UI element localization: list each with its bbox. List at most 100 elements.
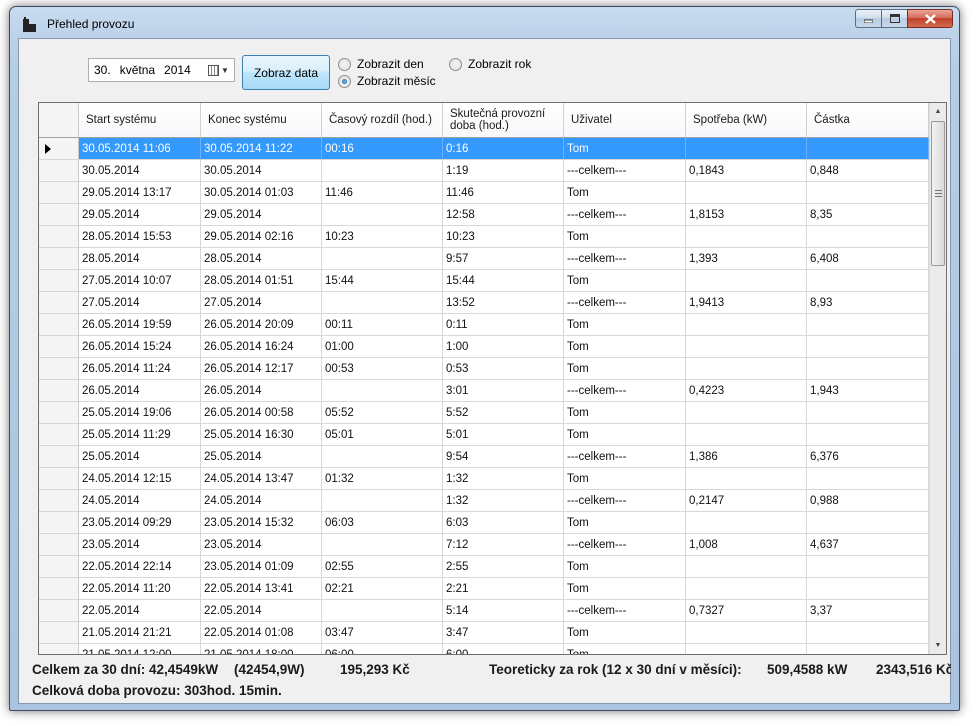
cell-actual-duration[interactable]: 2:21 <box>443 578 564 600</box>
cell-consumption[interactable] <box>686 622 807 644</box>
row-header[interactable] <box>39 512 79 534</box>
radio-show-year[interactable]: Zobrazit rok <box>449 57 531 71</box>
cell-start[interactable]: 21.05.2014 12:00 <box>79 644 201 654</box>
row-header[interactable] <box>39 578 79 600</box>
cell-user[interactable]: Tom <box>564 182 686 204</box>
cell-consumption[interactable] <box>686 358 807 380</box>
cell-amount[interactable]: 3,37 <box>807 600 929 622</box>
scroll-up-button[interactable]: ▲ <box>930 103 946 120</box>
cell-amount[interactable] <box>807 622 929 644</box>
table-row[interactable]: 24.05.2014 24.05.2014 1:32 ---celkem--- 0,21… <box>39 490 929 512</box>
cell-time-diff[interactable] <box>322 204 443 226</box>
row-header[interactable] <box>39 600 79 622</box>
cell-user[interactable]: ---celkem--- <box>564 446 686 468</box>
cell-actual-duration[interactable]: 0:16 <box>443 138 564 160</box>
cell-end[interactable]: 22.05.2014 <box>201 600 322 622</box>
cell-time-diff[interactable]: 06:00 <box>322 644 443 654</box>
table-row[interactable]: 30.05.2014 11:06 30.05.2014 11:22 00:16 0:1… <box>39 138 929 160</box>
cell-time-diff[interactable] <box>322 160 443 182</box>
cell-end[interactable]: 23.05.2014 <box>201 534 322 556</box>
cell-end[interactable]: 23.05.2014 01:09 <box>201 556 322 578</box>
cell-amount[interactable] <box>807 556 929 578</box>
cell-end[interactable]: 28.05.2014 01:51 <box>201 270 322 292</box>
cell-actual-duration[interactable]: 1:19 <box>443 160 564 182</box>
cell-end[interactable]: 29.05.2014 02:16 <box>201 226 322 248</box>
cell-consumption[interactable] <box>686 644 807 654</box>
cell-actual-duration[interactable]: 1:32 <box>443 468 564 490</box>
date-year[interactable]: 2014 <box>164 63 191 77</box>
cell-time-diff[interactable]: 00:53 <box>322 358 443 380</box>
table-row[interactable]: 27.05.2014 10:07 28.05.2014 01:51 15:44 15:… <box>39 270 929 292</box>
cell-consumption[interactable]: 0,7327 <box>686 600 807 622</box>
cell-actual-duration[interactable]: 0:11 <box>443 314 564 336</box>
cell-consumption[interactable]: 1,386 <box>686 446 807 468</box>
close-button[interactable] <box>907 9 953 28</box>
radio-show-month[interactable]: Zobrazit měsíc <box>338 74 436 88</box>
cell-start[interactable]: 28.05.2014 <box>79 248 201 270</box>
cell-time-diff[interactable]: 02:55 <box>322 556 443 578</box>
cell-user[interactable]: Tom <box>564 556 686 578</box>
cell-time-diff[interactable]: 03:47 <box>322 622 443 644</box>
cell-amount[interactable]: 4,637 <box>807 534 929 556</box>
cell-user[interactable]: Tom <box>564 512 686 534</box>
cell-start[interactable]: 29.05.2014 <box>79 204 201 226</box>
cell-start[interactable]: 26.05.2014 11:24 <box>79 358 201 380</box>
cell-end[interactable]: 26.05.2014 <box>201 380 322 402</box>
cell-end[interactable]: 27.05.2014 <box>201 292 322 314</box>
maximize-button[interactable] <box>881 9 907 28</box>
cell-time-diff[interactable]: 05:01 <box>322 424 443 446</box>
row-header[interactable] <box>39 622 79 644</box>
table-row[interactable]: 25.05.2014 25.05.2014 9:54 ---celkem--- 1,38… <box>39 446 929 468</box>
cell-user[interactable]: ---celkem--- <box>564 490 686 512</box>
row-header[interactable] <box>39 402 79 424</box>
cell-time-diff[interactable]: 10:23 <box>322 226 443 248</box>
table-row[interactable]: 26.05.2014 19:59 26.05.2014 20:09 00:11 0:1… <box>39 314 929 336</box>
radio-year-indicator[interactable] <box>449 57 462 71</box>
cell-start[interactable]: 22.05.2014 22:14 <box>79 556 201 578</box>
cell-actual-duration[interactable]: 3:47 <box>443 622 564 644</box>
cell-user[interactable]: Tom <box>564 138 686 160</box>
radio-day-indicator[interactable] <box>338 57 351 71</box>
cell-amount[interactable] <box>807 226 929 248</box>
cell-time-diff[interactable] <box>322 490 443 512</box>
cell-actual-duration[interactable]: 15:44 <box>443 270 564 292</box>
table-row[interactable]: 21.05.2014 12:00 21.05.2014 18:00 06:00 6:0… <box>39 644 929 654</box>
cell-consumption[interactable]: 0,4223 <box>686 380 807 402</box>
table-row[interactable]: 22.05.2014 22.05.2014 5:14 ---celkem--- 0,73… <box>39 600 929 622</box>
cell-end[interactable]: 24.05.2014 13:47 <box>201 468 322 490</box>
cell-end[interactable]: 30.05.2014 11:22 <box>201 138 322 160</box>
cell-amount[interactable]: 6,376 <box>807 446 929 468</box>
row-header[interactable] <box>39 468 79 490</box>
calendar-dropdown-button[interactable]: ▼ <box>208 62 232 78</box>
cell-consumption[interactable] <box>686 226 807 248</box>
cell-start[interactable]: 26.05.2014 19:59 <box>79 314 201 336</box>
cell-time-diff[interactable] <box>322 534 443 556</box>
row-header[interactable] <box>39 556 79 578</box>
table-row[interactable]: 25.05.2014 19:06 26.05.2014 00:58 05:52 5:5… <box>39 402 929 424</box>
cell-time-diff[interactable]: 05:52 <box>322 402 443 424</box>
row-header[interactable] <box>39 138 79 160</box>
cell-user[interactable]: Tom <box>564 226 686 248</box>
table-row[interactable]: 21.05.2014 21:21 22.05.2014 01:08 03:47 3:4… <box>39 622 929 644</box>
cell-amount[interactable] <box>807 402 929 424</box>
cell-amount[interactable]: 0,848 <box>807 160 929 182</box>
column-header-user[interactable]: Uživatel <box>564 103 686 138</box>
minimize-button[interactable] <box>855 9 881 28</box>
cell-start[interactable]: 30.05.2014 <box>79 160 201 182</box>
title-bar[interactable]: Přehled provozu <box>10 7 959 37</box>
table-row[interactable]: 26.05.2014 15:24 26.05.2014 16:24 01:00 1:0… <box>39 336 929 358</box>
cell-amount[interactable]: 1,943 <box>807 380 929 402</box>
cell-start[interactable]: 22.05.2014 <box>79 600 201 622</box>
table-row[interactable]: 26.05.2014 11:24 26.05.2014 12:17 00:53 0:5… <box>39 358 929 380</box>
cell-user[interactable]: ---celkem--- <box>564 534 686 556</box>
cell-consumption[interactable] <box>686 314 807 336</box>
table-row[interactable]: 26.05.2014 26.05.2014 3:01 ---celkem--- 0,42… <box>39 380 929 402</box>
cell-amount[interactable] <box>807 512 929 534</box>
table-row[interactable]: 29.05.2014 29.05.2014 12:58 ---celkem--- 1,8… <box>39 204 929 226</box>
cell-start[interactable]: 25.05.2014 11:29 <box>79 424 201 446</box>
cell-time-diff[interactable] <box>322 248 443 270</box>
cell-end[interactable]: 30.05.2014 01:03 <box>201 182 322 204</box>
cell-time-diff[interactable]: 15:44 <box>322 270 443 292</box>
cell-start[interactable]: 24.05.2014 12:15 <box>79 468 201 490</box>
table-row[interactable]: 23.05.2014 09:29 23.05.2014 15:32 06:03 6:0… <box>39 512 929 534</box>
